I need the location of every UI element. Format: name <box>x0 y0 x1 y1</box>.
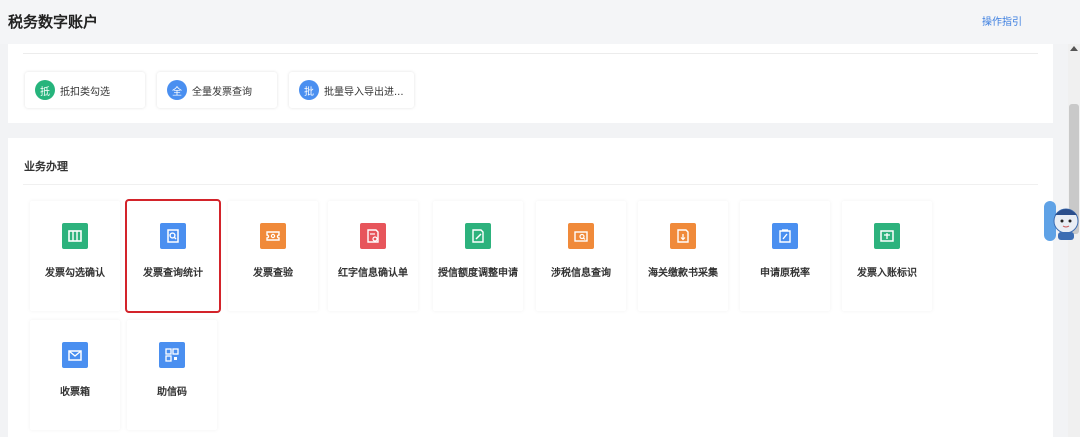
section-title: 业务办理 <box>24 160 68 173</box>
quick-deduction-select[interactable]: 抵 抵扣类勾选 <box>25 72 145 108</box>
tile-customs-payment-collect[interactable]: 海关缴款书采集 <box>638 201 728 311</box>
red-letter-icon <box>360 223 386 249</box>
tile-label: 涉税信息查询 <box>551 268 611 279</box>
tile-label: 收票箱 <box>60 387 90 398</box>
quick-item-label: 抵扣类勾选 <box>60 86 110 98</box>
tile-invoice-query-stats[interactable]: 发票查询统计 <box>125 199 221 313</box>
quick-batch-import-export[interactable]: 批 批量导入导出进... <box>289 72 414 108</box>
help-link[interactable]: 操作指引 <box>982 13 1022 28</box>
tile-receipt-box[interactable]: 收票箱 <box>30 320 120 430</box>
tax-info-search-icon <box>568 223 594 249</box>
tile-invoice-account-mark[interactable]: 发票入账标识 <box>842 201 932 311</box>
invoice-check-icon <box>62 223 88 249</box>
tile-label: 发票入账标识 <box>857 268 917 279</box>
qr-code-icon <box>159 342 185 368</box>
tile-label: 红字信息确认单 <box>338 268 408 279</box>
tile-label: 发票查验 <box>253 268 293 279</box>
tile-credit-adjust[interactable]: 授信额度调整申请 <box>433 201 523 311</box>
credit-edit-icon <box>465 223 491 249</box>
invoice-verify-icon <box>260 223 286 249</box>
quick-item-label: 全量发票查询 <box>192 86 252 98</box>
tile-label: 申请原税率 <box>760 268 810 279</box>
quick-full-invoice-query[interactable]: 全 全量发票查询 <box>157 72 277 108</box>
batch-badge-icon: 批 <box>299 80 319 100</box>
divider <box>23 184 1038 185</box>
assistant-avatar[interactable] <box>1040 195 1080 247</box>
app-title: 税务数字账户 <box>8 13 99 31</box>
quick-item-label: 批量导入导出进... <box>324 86 404 98</box>
full-query-badge-icon: 全 <box>167 80 187 100</box>
quick-access-panel: 抵 抵扣类勾选 全 全量发票查询 批 批量导入导出进... <box>8 44 1053 123</box>
business-panel: 业务办理 发票勾选确认 发票查询统计 发票查验 红字信息确认单 授信额度调整申请 <box>8 138 1053 437</box>
tile-label: 授信额度调整申请 <box>438 268 518 279</box>
tile-red-letter-confirm[interactable]: 红字信息确认单 <box>328 201 418 311</box>
tile-label: 发票勾选确认 <box>45 268 105 279</box>
tile-invoice-check-confirm[interactable]: 发票勾选确认 <box>30 201 120 311</box>
tile-label: 发票查询统计 <box>143 268 203 279</box>
tile-label: 助信码 <box>157 387 187 398</box>
apply-rate-icon <box>772 223 798 249</box>
tile-apply-original-rate[interactable]: 申请原税率 <box>740 201 830 311</box>
divider <box>23 53 1038 54</box>
tile-invoice-verify[interactable]: 发票查验 <box>228 201 318 311</box>
invoice-search-icon <box>160 223 186 249</box>
deduction-badge-icon: 抵 <box>35 80 55 100</box>
tile-label: 海关缴款书采集 <box>648 268 718 279</box>
mailbox-icon <box>62 342 88 368</box>
scroll-up-arrow-icon[interactable] <box>1070 46 1078 51</box>
top-bar: 税务数字账户 操作指引 <box>0 0 1080 44</box>
tile-tax-info-query[interactable]: 涉税信息查询 <box>536 201 626 311</box>
customs-collect-icon <box>670 223 696 249</box>
tile-credit-code[interactable]: 助信码 <box>127 320 217 430</box>
invoice-account-icon <box>874 223 900 249</box>
